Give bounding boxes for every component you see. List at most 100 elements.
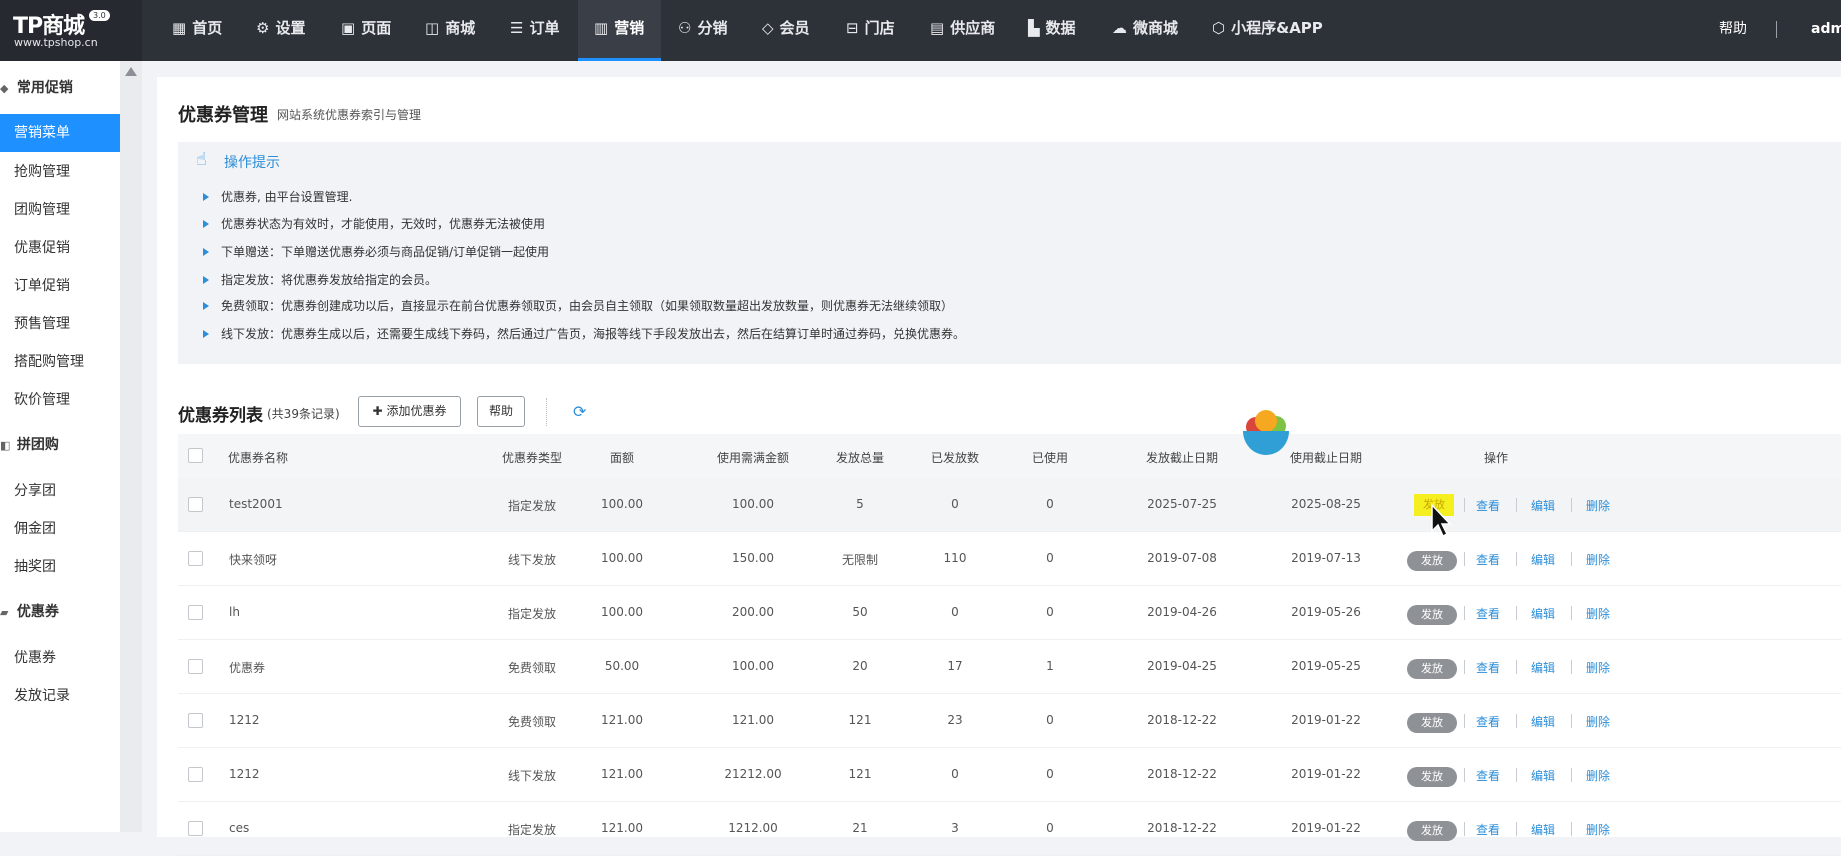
column-header[interactable]: 已发放数: [931, 449, 979, 466]
sidebar-item-coupons[interactable]: 优惠券: [14, 647, 56, 669]
row-checkbox[interactable]: [188, 659, 203, 674]
nav-orders[interactable]: ☰ 订单: [510, 0, 559, 61]
delete-link[interactable]: 删除: [1586, 659, 1610, 676]
sidebar-item-presale[interactable]: 预售管理: [14, 313, 70, 335]
sidebar-item-issue-records[interactable]: 发放记录: [14, 685, 70, 707]
sidebar-item-bargain[interactable]: 砍价管理: [14, 389, 70, 411]
column-header[interactable]: 已使用: [1032, 449, 1068, 466]
tip-item: 下单赠送：下单赠送优惠券必须与商品促销/订单促销一起使用: [203, 243, 549, 260]
issue-button[interactable]: 发放: [1407, 551, 1457, 571]
tip-item: 免费领取：优惠券创建成功以后，直接显示在前台优惠券领取页，由会员自主领取（如果领…: [203, 297, 953, 314]
scroll-up-arrow-icon[interactable]: [125, 67, 137, 76]
brand-logo[interactable]: TP商城 3.0 www.tpshop.cn: [0, 0, 142, 61]
sidebar-item-order-promo[interactable]: 订单促销: [14, 275, 70, 297]
sidebar-item-lottery-team[interactable]: 抽奖团: [14, 556, 56, 578]
view-link[interactable]: 查看: [1476, 659, 1500, 676]
edit-link[interactable]: 编辑: [1531, 767, 1555, 784]
row-checkbox[interactable]: [188, 713, 203, 728]
sidebar-group-common-promo[interactable]: ◆ 常用促销: [0, 76, 73, 100]
edit-link[interactable]: 编辑: [1531, 551, 1555, 568]
delete-link[interactable]: 删除: [1586, 605, 1610, 622]
edit-link[interactable]: 编辑: [1531, 713, 1555, 730]
cell-use-end: 2025-08-25: [1291, 497, 1361, 511]
nav-members[interactable]: ◇ 会员: [762, 0, 810, 61]
cell-used: 0: [1046, 767, 1054, 781]
cell-issue-end: 2019-07-08: [1147, 551, 1217, 565]
cell-issue-end: 2019-04-26: [1147, 605, 1217, 619]
delete-link[interactable]: 删除: [1586, 713, 1610, 730]
row-checkbox[interactable]: [188, 497, 203, 512]
view-link[interactable]: 查看: [1476, 767, 1500, 784]
sidebar-group-team-buy[interactable]: ◧ 拼团购: [0, 433, 59, 457]
view-link[interactable]: 查看: [1476, 497, 1500, 514]
coupon-name: ces: [229, 821, 250, 835]
action-divider: [1464, 822, 1465, 836]
nav-marketing[interactable]: ▥ 营销: [578, 0, 661, 61]
sidebar-item-group-buy[interactable]: 团购管理: [14, 199, 70, 221]
sidebar-scrollbar[interactable]: [120, 61, 142, 832]
column-header[interactable]: 面额: [610, 449, 634, 466]
issue-button[interactable]: 发放: [1407, 767, 1457, 787]
sidebar-group-coupons[interactable]: ▰ 优惠券: [0, 600, 59, 624]
sidebar-item-discount-promo[interactable]: 优惠促销: [14, 237, 70, 259]
nav-miniapp[interactable]: ⬡ 小程序&APP: [1212, 0, 1323, 61]
edit-link[interactable]: 编辑: [1531, 821, 1555, 838]
view-link[interactable]: 查看: [1476, 713, 1500, 730]
delete-link[interactable]: 删除: [1586, 497, 1610, 514]
edit-link[interactable]: 编辑: [1531, 659, 1555, 676]
issue-button[interactable]: 发放: [1407, 605, 1457, 625]
add-coupon-button[interactable]: ✚ 添加优惠券: [358, 396, 461, 427]
column-header[interactable]: 优惠券名称: [228, 449, 288, 466]
row-checkbox[interactable]: [188, 551, 203, 566]
edit-link[interactable]: 编辑: [1531, 497, 1555, 514]
view-link[interactable]: 查看: [1476, 821, 1500, 838]
action-divider: [1516, 606, 1517, 620]
cell-used: 0: [1046, 821, 1054, 835]
refresh-icon[interactable]: ⟳: [573, 402, 586, 421]
action-divider: [1571, 552, 1572, 566]
nav-pages[interactable]: ▣ 页面: [341, 0, 391, 61]
column-header[interactable]: 优惠券类型: [502, 449, 562, 466]
nav-home[interactable]: ▦ 首页: [172, 0, 222, 61]
view-link[interactable]: 查看: [1476, 551, 1500, 568]
help-button[interactable]: 帮助: [477, 396, 525, 427]
column-header[interactable]: 使用截止日期: [1290, 449, 1362, 466]
nav-distribution[interactable]: ⚇ 分销: [678, 0, 727, 61]
column-header[interactable]: 使用需满金额: [717, 449, 789, 466]
column-header[interactable]: 发放总量: [836, 449, 884, 466]
row-checkbox[interactable]: [188, 605, 203, 620]
nav-wechat-mall[interactable]: ☁ 微商城: [1112, 0, 1178, 61]
nav-data[interactable]: ▙ 数据: [1028, 0, 1076, 61]
delete-link[interactable]: 删除: [1586, 821, 1610, 838]
select-all-checkbox[interactable]: [188, 448, 203, 463]
column-header[interactable]: 发放截止日期: [1146, 449, 1218, 466]
sidebar-item-bundle[interactable]: 搭配购管理: [14, 351, 84, 373]
nav-mall[interactable]: ◫ 商城: [425, 0, 475, 61]
delete-link[interactable]: 删除: [1586, 767, 1610, 784]
nav-stores[interactable]: ⊟ 门店: [846, 0, 895, 61]
edit-link[interactable]: 编辑: [1531, 605, 1555, 622]
cell-issued: 17: [947, 659, 963, 673]
sidebar-item-marketing-menu[interactable]: 营销菜单: [0, 114, 120, 152]
cell-type: 指定发放: [507, 607, 557, 621]
row-checkbox[interactable]: [188, 767, 203, 782]
nav-settings[interactable]: ⚙ 设置: [256, 0, 305, 61]
dashboard-icon: ▦: [172, 19, 187, 37]
sidebar-item-commission-team[interactable]: 佣金团: [14, 518, 56, 540]
cell-total: 无限制: [841, 553, 879, 567]
sidebar-item-flash-sale[interactable]: 抢购管理: [14, 161, 70, 183]
issue-button[interactable]: 发放: [1407, 713, 1457, 733]
row-checkbox[interactable]: [188, 821, 203, 836]
header-user[interactable]: adm: [1811, 0, 1841, 58]
page-title: 优惠券管理: [178, 105, 268, 126]
action-divider: [1464, 552, 1465, 566]
view-link[interactable]: 查看: [1476, 605, 1500, 622]
delete-link[interactable]: 删除: [1586, 551, 1610, 568]
issue-button[interactable]: 发放: [1407, 659, 1457, 679]
header-help-link[interactable]: 帮助: [1719, 0, 1747, 58]
issue-button[interactable]: 发放: [1407, 821, 1457, 841]
nav-suppliers[interactable]: ▤ 供应商: [930, 0, 995, 61]
tips-title[interactable]: 操作提示: [224, 152, 280, 172]
triangle-bullet-icon: [203, 330, 209, 338]
sidebar-item-share-team[interactable]: 分享团: [14, 480, 56, 502]
